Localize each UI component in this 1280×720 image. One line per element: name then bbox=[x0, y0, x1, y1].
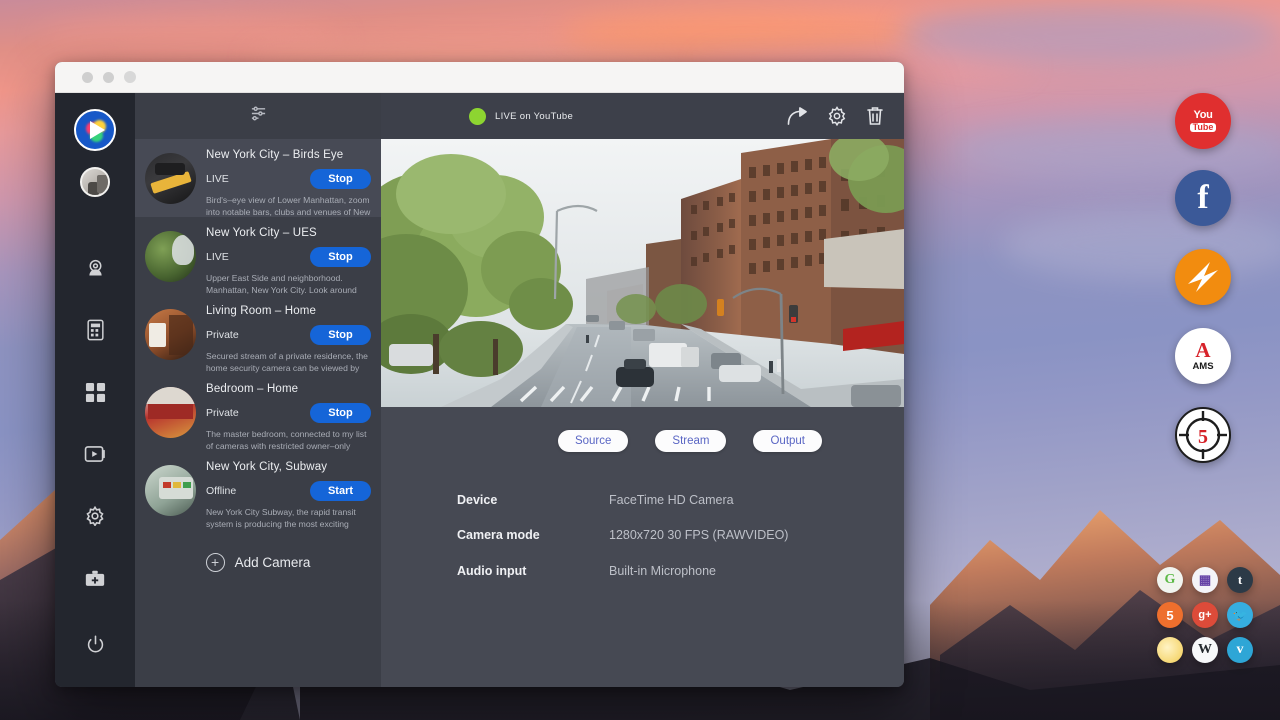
camera-thumbnail bbox=[145, 387, 196, 438]
desktop-icon-youtube[interactable]: You Tube bbox=[1175, 93, 1231, 149]
sidebar-item-devices[interactable] bbox=[55, 305, 135, 355]
camera-list-panel: New York City – Birds Eye LIVE Stop Bird… bbox=[135, 93, 381, 687]
camera-status: LIVE bbox=[206, 173, 229, 185]
camera-list-toolbar bbox=[135, 93, 381, 139]
info-row: Device FaceTime HD Camera bbox=[457, 482, 904, 518]
camera-list-item[interactable]: Bedroom – Home Private Stop The master b… bbox=[135, 373, 381, 451]
sidebar-item-dashboard[interactable] bbox=[55, 367, 135, 417]
camera-action-button[interactable]: Stop bbox=[310, 325, 371, 345]
add-camera-label: Add Camera bbox=[235, 555, 311, 570]
camera-description: Bird's–eye view of Lower Manhattan, zoom… bbox=[206, 195, 371, 218]
sidebar-item-cameras[interactable] bbox=[55, 243, 135, 293]
info-row: Camera mode 1280x720 30 FPS (RAWVIDEO) bbox=[457, 518, 904, 554]
desktop-icon-g[interactable]: G bbox=[1157, 567, 1183, 593]
add-camera-button[interactable]: + Add Camera bbox=[135, 529, 381, 595]
camera-title: New York City – Birds Eye bbox=[206, 149, 371, 161]
camera-description: Secured stream of a private residence, t… bbox=[206, 351, 371, 374]
desktop-icon-twitter[interactable]: 🐦 bbox=[1227, 602, 1253, 628]
info-value-camera-mode: 1280x720 30 FPS (RAWVIDEO) bbox=[609, 528, 788, 542]
main-panel: LIVE on YouTube bbox=[381, 93, 904, 687]
sidebar-item-power[interactable] bbox=[55, 619, 135, 669]
info-value-device: FaceTime HD Camera bbox=[609, 493, 734, 507]
window-zoom-button[interactable] bbox=[124, 71, 136, 83]
camera-thumbnail bbox=[145, 153, 196, 204]
tab-stream[interactable]: Stream bbox=[655, 430, 726, 452]
info-row: Audio input Built-in Microphone bbox=[457, 553, 904, 589]
svg-text:5: 5 bbox=[1198, 426, 1208, 448]
camera-title: Bedroom – Home bbox=[206, 383, 371, 395]
desktop-icon-tumblr[interactable]: t bbox=[1227, 567, 1253, 593]
info-label-camera-mode: Camera mode bbox=[457, 528, 609, 542]
trash-icon[interactable] bbox=[866, 106, 884, 126]
live-status-group: LIVE on YouTube bbox=[469, 108, 573, 125]
desktop-icon-twitch[interactable]: ▦ bbox=[1192, 567, 1218, 593]
app-logo-icon[interactable] bbox=[74, 109, 116, 151]
camera-description: The master bedroom, connected to my list… bbox=[206, 429, 371, 452]
camera-description: Upper East Side and neighborhood. Manhat… bbox=[206, 273, 371, 296]
desktop-icon-wordpress[interactable]: W bbox=[1192, 637, 1218, 663]
desktop-icon-facebook[interactable]: f bbox=[1175, 170, 1231, 226]
window-minimize-button[interactable] bbox=[103, 72, 114, 83]
sidebar-item-broadcasts[interactable] bbox=[55, 429, 135, 479]
camera-status: Private bbox=[206, 407, 239, 419]
sidebar-item-add-source[interactable] bbox=[55, 553, 135, 603]
camera-description: New York City Subway, the rapid transit … bbox=[206, 507, 371, 530]
camera-status: Private bbox=[206, 329, 239, 341]
live-status-label: LIVE on YouTube bbox=[495, 111, 573, 122]
source-info-table: Device FaceTime HD Camera Camera mode 12… bbox=[381, 452, 904, 589]
main-toolbar: LIVE on YouTube bbox=[381, 93, 904, 139]
sidebar-item-settings[interactable] bbox=[55, 491, 135, 541]
tab-pill-row: Source Stream Output bbox=[381, 407, 904, 452]
camera-title: Living Room – Home bbox=[206, 305, 371, 317]
desktop-icon-five[interactable]: 5 bbox=[1157, 602, 1183, 628]
app-body: New York City – Birds Eye LIVE Stop Bird… bbox=[55, 93, 904, 687]
desktop-icon-adobe-ams[interactable]: A AMS bbox=[1175, 328, 1231, 384]
app-window: New York City – Birds Eye LIVE Stop Bird… bbox=[55, 62, 904, 687]
desktop: You Tube f A AMS 5 G ▦ t 5 g+ 🐦 W v bbox=[0, 0, 1280, 720]
desktop-icon-target-five[interactable]: 5 bbox=[1175, 407, 1231, 463]
plus-circle-icon: + bbox=[206, 553, 225, 572]
camera-action-button[interactable]: Stop bbox=[310, 403, 371, 423]
info-label-device: Device bbox=[457, 493, 609, 507]
sort-filter-icon[interactable] bbox=[250, 105, 267, 127]
camera-thumbnail bbox=[145, 465, 196, 516]
camera-list: New York City – Birds Eye LIVE Stop Bird… bbox=[135, 139, 381, 687]
camera-action-button[interactable]: Start bbox=[310, 481, 371, 501]
tab-output[interactable]: Output bbox=[753, 430, 822, 452]
gear-icon[interactable] bbox=[827, 106, 847, 126]
camera-thumbnail bbox=[145, 231, 196, 282]
desktop-icon-wowza[interactable] bbox=[1175, 249, 1231, 305]
live-indicator-dot bbox=[469, 108, 486, 125]
camera-title: New York City, Subway bbox=[206, 461, 371, 473]
window-close-button[interactable] bbox=[82, 72, 93, 83]
camera-list-item[interactable]: New York City, Subway Offline Start New … bbox=[135, 451, 381, 529]
desktop-icon-google-plus[interactable]: g+ bbox=[1192, 602, 1218, 628]
info-label-audio-input: Audio input bbox=[457, 564, 609, 578]
camera-list-item[interactable]: New York City – Birds Eye LIVE Stop Bird… bbox=[135, 139, 381, 217]
desktop-icon-vimeo[interactable]: v bbox=[1227, 637, 1253, 663]
tab-source[interactable]: Source bbox=[558, 430, 628, 452]
video-preview[interactable] bbox=[381, 139, 904, 407]
camera-title: New York City – UES bbox=[206, 227, 371, 239]
camera-action-button[interactable]: Stop bbox=[310, 169, 371, 189]
user-avatar[interactable] bbox=[80, 167, 110, 197]
camera-status: LIVE bbox=[206, 251, 229, 263]
camera-list-item[interactable]: New York City – UES LIVE Stop Upper East… bbox=[135, 217, 381, 295]
camera-status: Offline bbox=[206, 485, 236, 497]
toolbar-actions bbox=[787, 106, 884, 126]
camera-thumbnail bbox=[145, 309, 196, 360]
desktop-icon-flickr[interactable] bbox=[1157, 637, 1183, 663]
camera-action-button[interactable]: Stop bbox=[310, 247, 371, 267]
share-icon[interactable] bbox=[787, 107, 808, 126]
window-titlebar bbox=[55, 62, 904, 93]
camera-list-item[interactable]: Living Room – Home Private Stop Secured … bbox=[135, 295, 381, 373]
info-value-audio-input: Built-in Microphone bbox=[609, 564, 716, 578]
sidebar-rail bbox=[55, 93, 135, 687]
